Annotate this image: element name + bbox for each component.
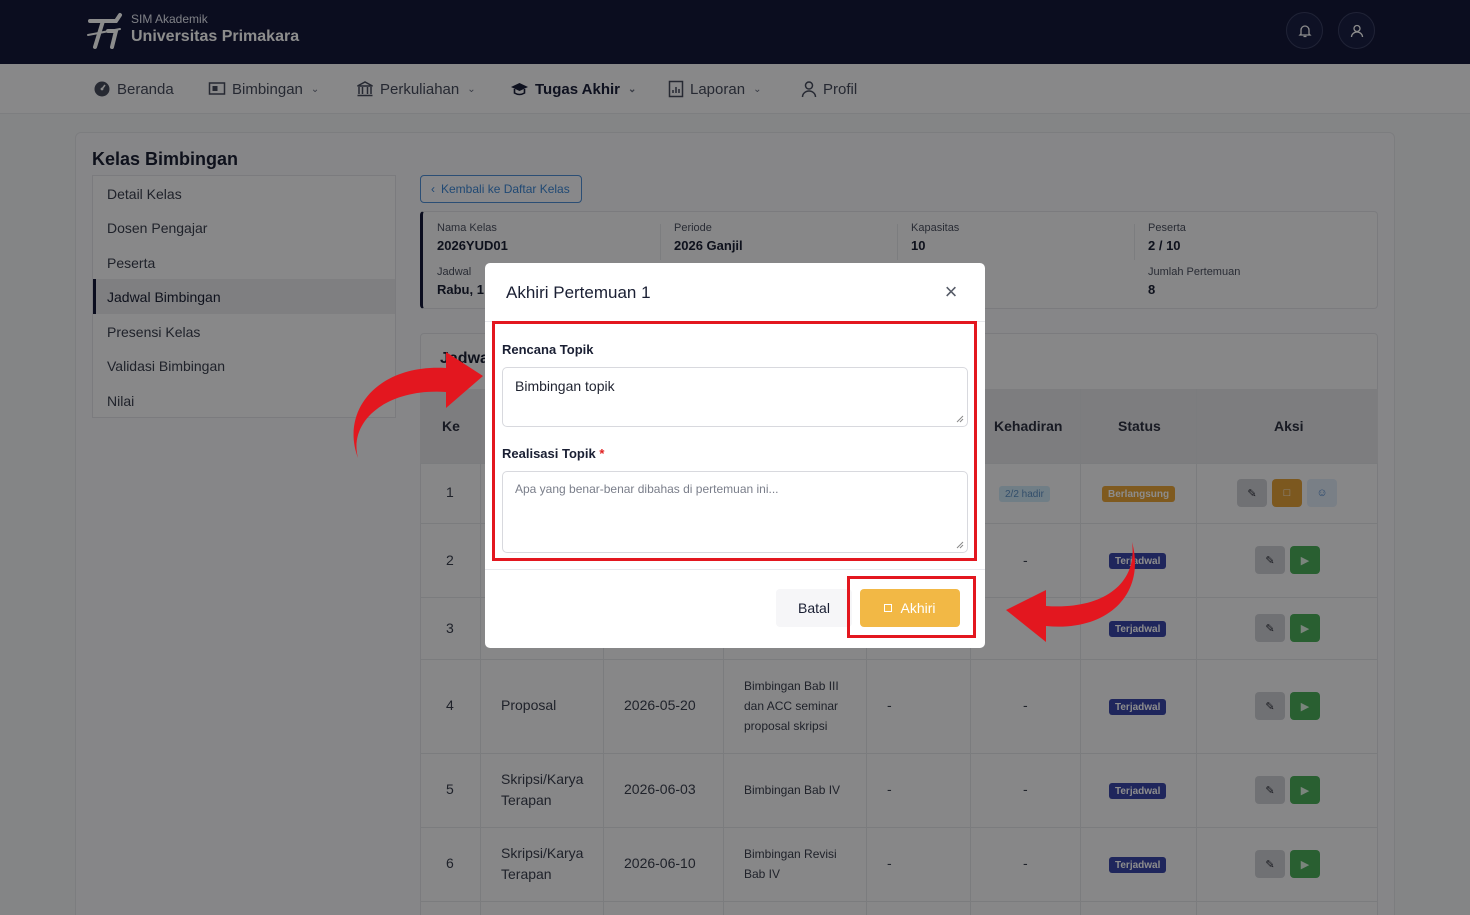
highlight-form-box [492, 321, 977, 561]
divider [485, 569, 985, 570]
close-icon[interactable]: × [940, 281, 962, 303]
annotation-arrow-right [1006, 542, 1136, 642]
annotation-arrow-left [353, 352, 483, 458]
modal-title: Akhiri Pertemuan 1 [506, 283, 651, 302]
cancel-button[interactable]: Batal [776, 589, 852, 627]
highlight-confirm-box [847, 576, 976, 638]
